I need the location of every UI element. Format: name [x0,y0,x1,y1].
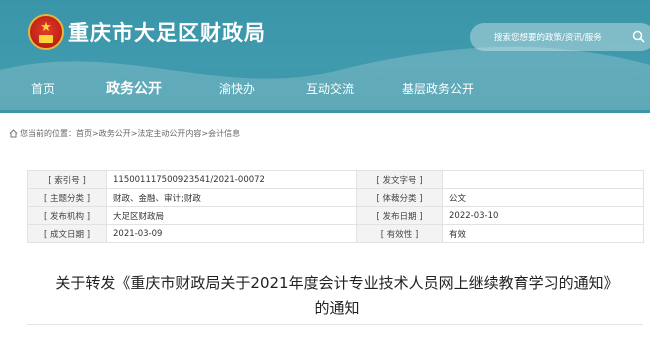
table-row: [ 索引号 ] 115001117500923541/2021-00072 [ … [27,170,644,189]
document-title: 关于转发《重庆市财政局关于2021年度会计专业技术人员网上继续教育学习的通知》 … [22,271,650,321]
meta-label: [ 有效性 ] [356,224,443,243]
table-row: [ 主题分类 ] 财政、金融、审计;财政 [ 体裁分类 ] 公文 [27,188,644,207]
meta-label: [ 成文日期 ] [27,224,107,243]
meta-value: 财政、金融、审计;财政 [106,188,357,207]
meta-value: 2022-03-10 [442,206,644,225]
table-row: [ 发布机构 ] 大足区财政局 [ 发布日期 ] 2022-03-10 [27,206,644,225]
meta-value: 大足区财政局 [106,206,357,225]
meta-value: 115001117500923541/2021-00072 [106,170,357,189]
main-nav: 首页 政务公开 渝快办 互动交流 基层政务公开 [0,80,650,104]
national-emblem-icon[interactable]: ★ [28,14,64,50]
divider [27,324,643,325]
table-row: [ 成文日期 ] 2021-03-09 [ 有效性 ] 有效 [27,224,644,243]
meta-label: [ 索引号 ] [27,170,107,189]
meta-value [442,170,644,189]
meta-label: [ 发文字号 ] [356,170,443,189]
search-box[interactable]: 搜索您想要的政策/资讯/服务 [470,23,650,51]
document-title-line2: 的通知 [314,299,360,317]
meta-label: [ 体裁分类 ] [356,188,443,207]
nav-item-home[interactable]: 首页 [31,80,55,97]
meta-value: 2021-03-09 [106,224,357,243]
nav-item-gov-info[interactable]: 政务公开 [106,78,162,98]
meta-value: 公文 [442,188,644,207]
meta-label: [ 发布机构 ] [27,206,107,225]
document-meta-table: [ 索引号 ] 115001117500923541/2021-00072 [ … [27,170,644,243]
search-input[interactable]: 搜索您想要的政策/资讯/服务 [494,31,602,43]
document-title-line1: 关于转发《重庆市财政局关于2021年度会计专业技术人员网上继续教育学习的通知》 [55,274,619,292]
site-title[interactable]: 重庆市大足区财政局 [68,17,266,47]
nav-item-yukuaiban[interactable]: 渝快办 [219,80,255,97]
breadcrumb-prefix: 您当前的位置： [20,129,76,138]
meta-label: [ 发布日期 ] [356,206,443,225]
meta-value: 有效 [442,224,644,243]
breadcrumb-path[interactable]: 首页>政务公开>法定主动公开内容>会计信息 [76,129,240,138]
breadcrumb: 您当前的位置：首页>政务公开>法定主动公开内容>会计信息 [9,128,240,139]
meta-label: [ 主题分类 ] [27,188,107,207]
nav-item-interaction[interactable]: 互动交流 [306,80,354,97]
nav-item-grassroots[interactable]: 基层政务公开 [402,80,474,97]
site-header: ★ 重庆市大足区财政局 搜索您想要的政策/资讯/服务 首页 政务公开 渝快办 互… [0,0,650,113]
search-icon[interactable] [632,30,645,43]
home-icon [9,129,18,138]
